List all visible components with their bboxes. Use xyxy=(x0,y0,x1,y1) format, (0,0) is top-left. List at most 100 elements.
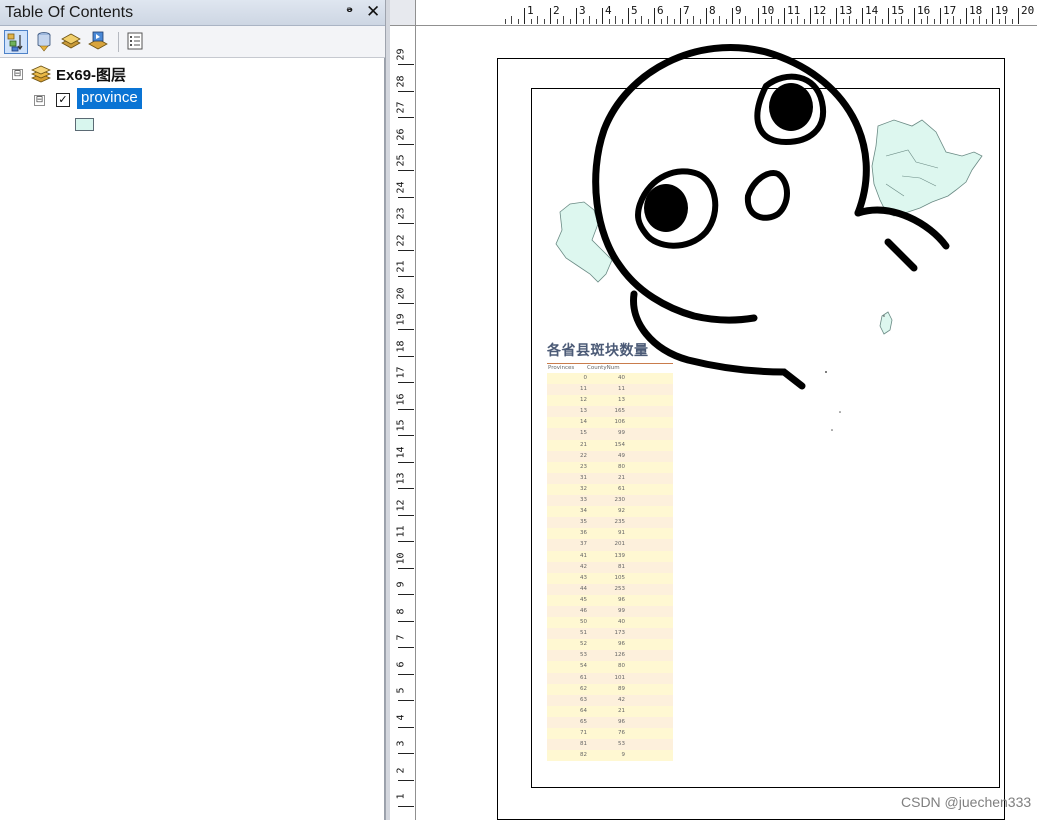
ruler-v-tick xyxy=(398,541,414,542)
options-icon[interactable] xyxy=(124,30,148,54)
table-row: 11 11 xyxy=(547,384,673,396)
province-code-cell: 14 xyxy=(580,419,587,426)
county-count-cell: 40 xyxy=(618,375,625,381)
data-frame-icon xyxy=(30,64,52,88)
ruler-v-label: 13 xyxy=(395,472,407,485)
province-code-cell: 64 xyxy=(580,707,587,714)
ruler-h-minor-tick xyxy=(693,16,694,24)
list-by-source-icon[interactable] xyxy=(33,30,57,54)
county-count-cell: 99 xyxy=(618,430,625,437)
table-row: 34 92 xyxy=(547,506,673,518)
ruler-h-minor-tick xyxy=(582,19,584,24)
ruler-h-minor-tick xyxy=(927,16,928,24)
table-title: 各省县斑块数量 xyxy=(547,343,649,359)
horizontal-ruler[interactable]: 1 2 3 4 5 6 7 8 9 10 11 12 13 14 15 16 17 18 19 20 xyxy=(416,0,1037,26)
ruler-corner xyxy=(390,0,416,26)
ruler-v-label: 24 xyxy=(395,180,407,194)
collapse-layer-icon[interactable]: ⊟ xyxy=(34,95,45,106)
county-count-cell: 253 xyxy=(614,585,626,592)
province-code-cell: 54 xyxy=(580,663,587,670)
layer-symbol-swatch[interactable] xyxy=(75,118,94,131)
table-row: 71 76 xyxy=(547,728,673,740)
province-code-cell: 34 xyxy=(580,508,587,515)
table-row: 13 165 xyxy=(547,406,673,418)
toc-tree: ⊟ Ex69-图层 ⊟ ✓ province xyxy=(0,58,385,820)
close-icon[interactable]: ✕ xyxy=(366,2,380,22)
county-count-cell: 40 xyxy=(618,619,625,626)
ruler-v-label: 28 xyxy=(395,74,407,88)
sketch-right-pupil xyxy=(769,83,813,131)
ruler-v-tick xyxy=(398,117,414,118)
province-code-cell: 0 xyxy=(583,375,588,381)
ruler-v-tick xyxy=(398,302,414,304)
table-row: 12 13 xyxy=(547,395,673,407)
table-row: 50 40 xyxy=(547,617,673,629)
ruler-v-label: 8 xyxy=(395,607,407,615)
data-frame-label[interactable]: Ex69-图层 xyxy=(56,64,126,85)
ruler-h-minor-tick xyxy=(751,19,753,24)
ruler-h-label: 8 xyxy=(709,4,716,17)
table-row: 35 235 xyxy=(547,517,673,529)
county-count-cell: 201 xyxy=(614,541,626,548)
ruler-h-label: 17 xyxy=(943,4,957,17)
table-row: 46 99 xyxy=(547,605,673,618)
ruler-h-tick xyxy=(758,8,759,24)
county-count-cell: 96 xyxy=(618,596,625,603)
province-code-cell: 37 xyxy=(580,541,587,548)
ruler-v-label: 23 xyxy=(395,207,407,220)
province-code-cell: 51 xyxy=(580,630,587,637)
table-of-contents-pane: Table Of Contents ᵊ ✕ ⊟ Ex69-图层 ⊟ ✓ prov… xyxy=(0,0,385,820)
list-by-visibility-icon[interactable] xyxy=(60,30,84,54)
toc-title-bar: Table Of Contents ᵊ ✕ xyxy=(0,0,385,26)
county-count-cell: 61 xyxy=(618,485,625,492)
ruler-v-tick xyxy=(398,673,414,675)
layout-page-area[interactable]: 各省县斑块数量 Provinces CountyNum 0 40 11 11 12 13 1… xyxy=(416,26,1037,820)
province-code-cell: 52 xyxy=(580,641,587,648)
pin-icon[interactable]: ᵊ xyxy=(346,3,353,21)
ruler-h-minor-tick xyxy=(686,19,688,24)
ruler-v-label: 11 xyxy=(395,525,407,538)
ruler-h-minor-tick xyxy=(556,19,558,24)
province-code-cell: 35 xyxy=(580,519,587,526)
ruler-v-label: 25 xyxy=(395,154,407,167)
collapse-data-frame-icon[interactable]: ⊟ xyxy=(12,69,23,80)
vertical-ruler[interactable]: 29 28 27 26 25 24 23 22 21 20 19 18 17 16 15 14 13 12 11 10… xyxy=(390,26,416,820)
map-graphics[interactable] xyxy=(416,26,1037,820)
table-row: 63 42 xyxy=(547,694,673,706)
layer-label[interactable]: province xyxy=(77,88,142,109)
layout-view: 1 2 3 4 5 6 7 8 9 10 11 12 13 14 15 16 17 18 19 20 29 28 27 26… xyxy=(390,0,1037,820)
table-row: 65 96 xyxy=(547,716,673,728)
ruler-h-minor-tick xyxy=(797,16,798,24)
county-count-cell: 96 xyxy=(618,718,625,725)
list-by-drawing-order-icon[interactable] xyxy=(4,30,28,54)
ruler-h-minor-tick xyxy=(530,19,532,24)
list-by-selection-icon[interactable] xyxy=(87,30,111,54)
county-count-cell: 126 xyxy=(614,652,626,659)
ruler-h-label: 9 xyxy=(735,4,742,17)
table-row: 52 96 xyxy=(547,639,673,651)
ruler-h-tick xyxy=(966,8,967,24)
ruler-h-label: 10 xyxy=(761,4,775,17)
county-count-cell: 9 xyxy=(621,752,626,759)
province-code-cell: 32 xyxy=(580,485,587,492)
table-row: 41 139 xyxy=(547,550,673,562)
ruler-h-minor-tick xyxy=(849,16,850,24)
ruler-h-label: 14 xyxy=(865,4,879,17)
ruler-v-tick xyxy=(398,196,414,198)
ruler-v-tick xyxy=(398,276,414,277)
toc-title: Table Of Contents xyxy=(5,4,134,21)
table-row: 43 105 xyxy=(547,572,673,584)
table-row: 23 80 xyxy=(547,461,673,473)
ruler-v-tick xyxy=(398,726,414,728)
ruler-v-label: 16 xyxy=(395,392,407,406)
layer-visibility-checkbox[interactable]: ✓ xyxy=(56,93,70,107)
ruler-v-tick xyxy=(398,488,414,489)
county-count-cell: 99 xyxy=(618,607,625,614)
ruler-h-minor-tick xyxy=(790,19,792,24)
ruler-v-tick xyxy=(398,435,414,436)
county-count-cell: 76 xyxy=(618,730,625,736)
ruler-h-label: 12 xyxy=(813,4,827,17)
ruler-h-tick xyxy=(836,8,837,24)
ruler-v-tick xyxy=(398,514,414,516)
table-row: 31 21 xyxy=(547,472,673,484)
